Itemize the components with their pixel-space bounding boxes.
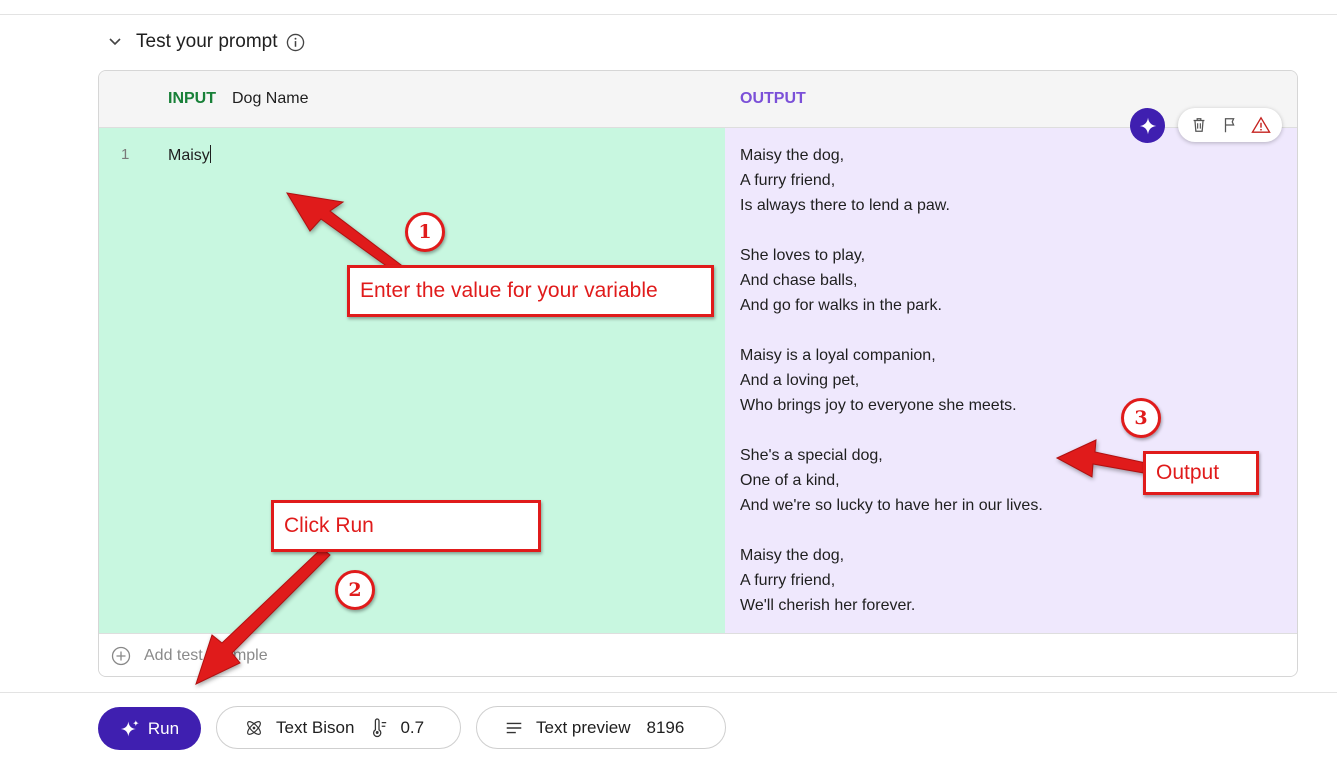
step-3-callout: Output xyxy=(1143,451,1259,495)
top-divider xyxy=(0,14,1337,15)
section-header[interactable]: Test your prompt xyxy=(108,28,305,56)
output-column-label: OUTPUT xyxy=(740,90,806,107)
sparkle-icon xyxy=(120,719,140,739)
text-caret xyxy=(209,145,211,163)
output-text: Maisy the dog, A furry friend, Is always… xyxy=(740,147,1043,614)
ai-sparkle-button[interactable] xyxy=(1130,108,1165,143)
atom-icon xyxy=(244,718,264,738)
output-format-chip[interactable]: Text preview 8196 xyxy=(476,706,726,749)
step-3-badge: 3 xyxy=(1121,398,1161,438)
section-title: Test your prompt xyxy=(136,31,278,52)
chevron-down-icon[interactable] xyxy=(108,35,122,49)
run-label: Run xyxy=(147,718,180,738)
info-icon[interactable] xyxy=(286,33,305,52)
row-number: 1 xyxy=(121,146,130,163)
variable-name: Dog Name xyxy=(232,90,309,107)
add-example-row[interactable]: Add test example xyxy=(99,633,1297,676)
format-label: Text preview xyxy=(536,717,631,737)
token-limit: 8196 xyxy=(646,717,685,737)
input-value-field[interactable]: Maisy xyxy=(168,145,211,165)
table-header: INPUT Dog Name OUTPUT xyxy=(99,71,1297,128)
add-example-label[interactable]: Add test example xyxy=(144,647,268,665)
model-settings-chip[interactable]: Text Bison 0.7 xyxy=(216,706,461,749)
add-circle-icon[interactable] xyxy=(111,646,131,666)
input-cell[interactable]: 1 Maisy xyxy=(99,128,725,633)
step-1-callout: Enter the value for your variable xyxy=(347,265,714,317)
input-column-label: INPUT xyxy=(168,90,216,107)
delete-icon[interactable] xyxy=(1188,114,1210,136)
run-button[interactable]: Run xyxy=(98,707,201,750)
input-value-text: Maisy xyxy=(168,147,210,164)
step-2-callout: Click Run xyxy=(271,500,541,552)
row-actions xyxy=(1178,108,1282,142)
sparkle-icon xyxy=(1139,117,1156,134)
step-1-badge: 1 xyxy=(405,212,445,252)
flag-icon[interactable] xyxy=(1219,114,1241,136)
output-cell: Maisy the dog, A furry friend, Is always… xyxy=(725,128,1297,633)
text-lines-icon xyxy=(504,718,524,738)
temperature-icon xyxy=(370,717,388,738)
bottom-divider xyxy=(0,692,1337,693)
temperature-value: 0.7 xyxy=(400,717,425,737)
model-name: Text Bison xyxy=(276,717,355,737)
step-2-badge: 2 xyxy=(335,570,375,610)
warning-icon[interactable] xyxy=(1250,114,1272,136)
test-examples-table: INPUT Dog Name OUTPUT 1 Maisy Maisy the … xyxy=(98,70,1298,677)
